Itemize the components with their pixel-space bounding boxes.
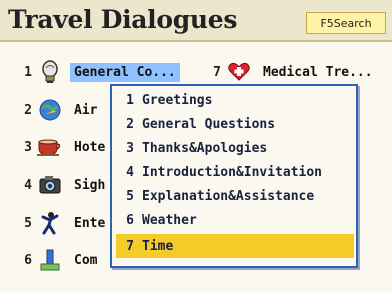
- menu-item-thanks-apologies[interactable]: 3 Thanks&Apologies: [116, 136, 354, 160]
- category-label: Com: [74, 252, 98, 268]
- menu-item-label: General Questions: [142, 116, 276, 132]
- menu-item-number: 3: [126, 140, 134, 156]
- category-number: 3: [24, 139, 32, 155]
- shopping-icon: [36, 246, 64, 274]
- category-label: Ente: [74, 215, 106, 231]
- camera-icon: [36, 171, 64, 199]
- globe-plane-icon: [36, 96, 64, 124]
- menu-item-introduction-invitation[interactable]: 4 Introduction&Invitation: [116, 160, 354, 184]
- menu-item-number: 7: [126, 238, 134, 254]
- menu-item-label: Weather: [142, 212, 197, 228]
- subcategory-popup-menu: 1 Greetings 2 General Questions 3 Thanks…: [110, 84, 358, 268]
- cup-icon: [36, 133, 64, 161]
- category-label: Air: [74, 102, 98, 118]
- category-item-entertainment[interactable]: 5 Ente: [18, 208, 109, 238]
- menu-item-label: Time: [142, 238, 174, 254]
- lightbulb-icon: [36, 58, 64, 86]
- menu-item-number: 2: [126, 116, 134, 132]
- menu-item-greetings[interactable]: 1 Greetings: [116, 88, 354, 112]
- heart-icon: [225, 58, 253, 86]
- app-window: Travel Dialogues F5Search 1 General Co..…: [0, 0, 392, 292]
- category-number: 7: [213, 64, 221, 80]
- category-number: 2: [24, 102, 32, 118]
- menu-item-number: 6: [126, 212, 134, 228]
- category-item-hotel[interactable]: 3 Hote: [18, 132, 109, 162]
- category-item-medical-treatment[interactable]: 7 Medical Tre...: [207, 57, 377, 87]
- menu-item-label: Greetings: [142, 92, 213, 108]
- category-number: 1: [24, 64, 32, 80]
- menu-item-number: 4: [126, 164, 134, 180]
- category-label: Hote: [74, 139, 106, 155]
- menu-item-label: Explanation&Assistance: [142, 188, 315, 204]
- menu-item-label: Introduction&Invitation: [142, 164, 323, 180]
- category-label: Sigh: [74, 177, 106, 193]
- category-number: 4: [24, 177, 32, 193]
- category-item-air[interactable]: 2 Air: [18, 95, 101, 125]
- category-label: Medical Tre...: [263, 64, 373, 80]
- menu-item-general-questions[interactable]: 2 General Questions: [116, 112, 354, 136]
- category-number: 6: [24, 252, 32, 268]
- menu-item-explanation-assistance[interactable]: 5 Explanation&Assistance: [116, 184, 354, 208]
- category-item-sightseeing[interactable]: 4 Sigh: [18, 170, 109, 200]
- category-label: General Co...: [70, 62, 180, 82]
- search-button[interactable]: F5Search: [306, 12, 386, 34]
- menu-item-weather[interactable]: 6 Weather: [116, 208, 354, 232]
- category-item-communication[interactable]: 6 Com: [18, 245, 101, 275]
- menu-item-number: 5: [126, 188, 134, 204]
- menu-item-label: Thanks&Apologies: [142, 140, 268, 156]
- menu-item-time[interactable]: 7 Time: [116, 234, 354, 258]
- title-bar: Travel Dialogues F5Search: [0, 0, 392, 42]
- app-title: Travel Dialogues: [8, 5, 238, 34]
- dancer-icon: [36, 209, 64, 237]
- category-item-general-conversation[interactable]: 1 General Co...: [18, 57, 180, 87]
- menu-item-number: 1: [126, 92, 134, 108]
- category-number: 5: [24, 215, 32, 231]
